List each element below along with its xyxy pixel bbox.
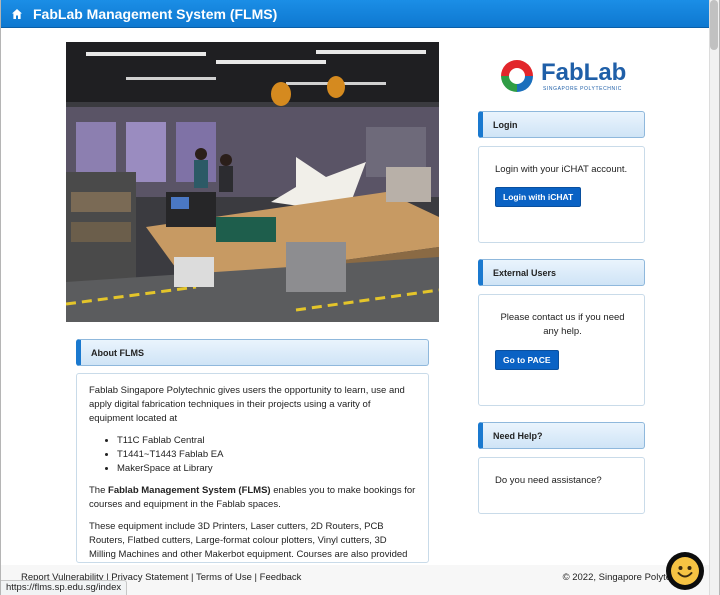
go-to-pace-button[interactable]: Go to PACE — [495, 350, 559, 370]
status-bar-url: https://flms.sp.edu.sg/index — [1, 580, 128, 595]
external-heading-label: External Users — [493, 267, 557, 278]
login-heading-label: Login — [493, 119, 518, 130]
login-heading: Login — [478, 111, 645, 138]
external-users-panel: Please contact us if you need any help. … — [478, 294, 645, 406]
top-navbar: FabLab Management System (FLMS) — [1, 0, 711, 28]
footer-copyright: © 2022, Singapore Polyte — [562, 572, 671, 583]
logo-text: FabLab — [541, 59, 627, 86]
login-ichat-button[interactable]: Login with iCHAT — [495, 187, 582, 207]
about-p2-prefix: The — [89, 485, 109, 496]
workshop-image — [66, 42, 439, 322]
logo-subtext: SINGAPORE POLYTECHNIC — [543, 86, 622, 92]
list-item: MakerSpace at Library — [117, 462, 416, 476]
help-heading-label: Need Help? — [493, 430, 543, 441]
need-help-heading: Need Help? — [478, 422, 645, 449]
location-list: T11C Fablab Central T1441~T1443 Fablab E… — [117, 434, 416, 476]
login-text: Login with your iCHAT account. — [495, 164, 628, 175]
list-item: T1441~T1443 Fablab EA — [117, 448, 416, 462]
about-panel: Fablab Singapore Polytechnic gives users… — [76, 373, 429, 563]
fablab-logo: FabLab SINGAPORE POLYTECHNIC — [498, 57, 638, 97]
external-text: Please contact us if you need any help. — [500, 312, 625, 337]
about-heading: About FLMS — [76, 339, 429, 366]
vertical-scrollbar[interactable] — [709, 0, 719, 595]
about-paragraph-3: These equipment include 3D Printers, Las… — [89, 521, 408, 560]
hero-photo — [66, 42, 439, 322]
chat-widget-button[interactable] — [666, 552, 704, 590]
login-panel: Login with your iCHAT account. Login wit… — [478, 146, 645, 243]
need-help-panel: Do you need assistance? — [478, 457, 645, 514]
home-icon[interactable] — [11, 8, 23, 20]
about-p2-bold: Fablab Management System (FLMS) — [108, 485, 271, 496]
browser-viewport: FabLab Management System (FLMS) About FL… — [0, 0, 720, 595]
smiley-icon — [671, 557, 699, 585]
about-intro: Fablab Singapore Polytechnic gives users… — [89, 385, 405, 424]
about-heading-label: About FLMS — [91, 347, 144, 358]
about-paragraph-2: The Fablab Management System (FLMS) enab… — [89, 484, 416, 512]
fablab-logo-icon — [501, 60, 533, 92]
list-item: T11C Fablab Central — [117, 434, 416, 448]
external-users-heading: External Users — [478, 259, 645, 286]
app-title[interactable]: FabLab Management System (FLMS) — [33, 6, 277, 22]
help-text: Do you need assistance? — [495, 475, 602, 486]
scrollbar-thumb[interactable] — [710, 0, 718, 50]
